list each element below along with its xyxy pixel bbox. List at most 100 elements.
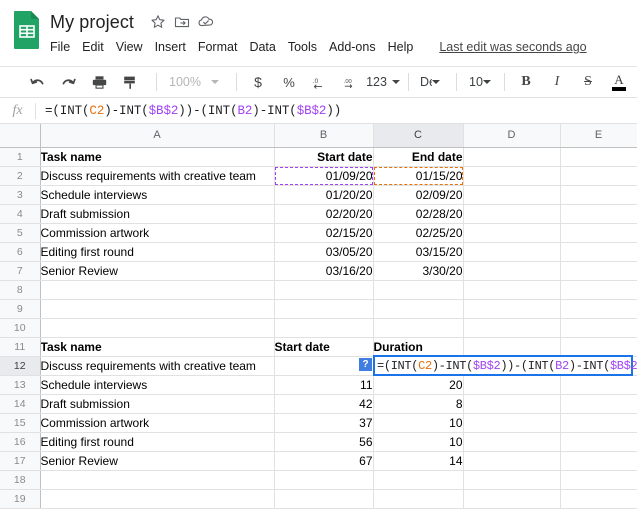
decrease-decimal-button[interactable]: .0: [307, 69, 333, 95]
cell-C15[interactable]: 10: [373, 413, 464, 433]
cell-C19[interactable]: [373, 489, 464, 509]
cell-B14[interactable]: 42: [274, 394, 374, 414]
print-icon[interactable]: [86, 69, 112, 95]
row-header-17[interactable]: 17: [0, 451, 41, 471]
cell-A9[interactable]: [40, 299, 275, 319]
zoom-selector[interactable]: 100%: [165, 69, 223, 95]
last-edit-status[interactable]: Last edit was seconds ago: [439, 40, 586, 54]
cloud-saved-icon[interactable]: [194, 11, 218, 33]
cell-D10[interactable]: [463, 318, 561, 338]
cell-B18[interactable]: [274, 470, 374, 490]
font-family-selector[interactable]: Default (Ari…: [417, 69, 443, 95]
italic-button[interactable]: I: [544, 69, 570, 95]
cell-E13[interactable]: [560, 375, 637, 395]
cell-D16[interactable]: [463, 432, 561, 452]
cell-C13[interactable]: 20: [373, 375, 464, 395]
cell-D14[interactable]: [463, 394, 561, 414]
cell-C17[interactable]: 14: [373, 451, 464, 471]
menu-file[interactable]: File: [50, 37, 77, 57]
cell-D8[interactable]: [463, 280, 561, 300]
menu-data[interactable]: Data: [249, 37, 282, 57]
menu-addons[interactable]: Add-ons: [329, 37, 383, 57]
cell-A3[interactable]: Schedule interviews: [40, 185, 275, 205]
undo-icon[interactable]: [24, 69, 50, 95]
cell-D18[interactable]: [463, 470, 561, 490]
row-header-14[interactable]: 14: [0, 394, 41, 414]
column-header-d[interactable]: D: [463, 124, 561, 148]
cell-A16[interactable]: Editing first round: [40, 432, 275, 452]
star-icon[interactable]: [146, 11, 170, 33]
row-header-7[interactable]: 7: [0, 261, 41, 281]
cell-D11[interactable]: [463, 337, 561, 357]
cell-D5[interactable]: [463, 223, 561, 243]
column-header-a[interactable]: A: [40, 124, 275, 148]
cell-E6[interactable]: [560, 242, 637, 262]
cell-C2[interactable]: 01/15/20: [373, 166, 464, 186]
row-header-5[interactable]: 5: [0, 223, 41, 243]
cell-B13[interactable]: 11: [274, 375, 374, 395]
cell-E1[interactable]: [560, 147, 637, 167]
font-size-selector[interactable]: 10: [465, 69, 491, 95]
cell-C6[interactable]: 03/15/20: [373, 242, 464, 262]
cell-A15[interactable]: Commission artwork: [40, 413, 275, 433]
cell-E19[interactable]: [560, 489, 637, 509]
cell-B11[interactable]: Start date: [274, 337, 374, 357]
cell-C10[interactable]: [373, 318, 464, 338]
redo-icon[interactable]: [55, 69, 81, 95]
document-title[interactable]: My project: [50, 11, 146, 33]
row-header-19[interactable]: 19: [0, 489, 41, 509]
cell-E17[interactable]: [560, 451, 637, 471]
formula-help-icon[interactable]: ?: [359, 358, 372, 371]
cell-A1[interactable]: Task name: [40, 147, 275, 167]
number-format-selector[interactable]: 123: [366, 69, 400, 95]
cell-D17[interactable]: [463, 451, 561, 471]
row-header-12[interactable]: 12: [0, 356, 41, 376]
cell-B16[interactable]: 56: [274, 432, 374, 452]
cell-E4[interactable]: [560, 204, 637, 224]
cell-D3[interactable]: [463, 185, 561, 205]
cell-B10[interactable]: [274, 318, 374, 338]
select-all-corner[interactable]: [0, 124, 41, 148]
row-header-13[interactable]: 13: [0, 375, 41, 395]
cell-B1[interactable]: Start date: [274, 147, 374, 167]
row-header-6[interactable]: 6: [0, 242, 41, 262]
cell-E9[interactable]: [560, 299, 637, 319]
cell-A14[interactable]: Draft submission: [40, 394, 275, 414]
cell-B19[interactable]: [274, 489, 374, 509]
text-color-button[interactable]: A: [606, 69, 632, 95]
cell-C16[interactable]: 10: [373, 432, 464, 452]
currency-format-button[interactable]: $: [245, 69, 271, 95]
cell-A19[interactable]: [40, 489, 275, 509]
row-header-4[interactable]: 4: [0, 204, 41, 224]
cell-C11[interactable]: Duration: [373, 337, 464, 357]
cell-A8[interactable]: [40, 280, 275, 300]
cell-E15[interactable]: [560, 413, 637, 433]
column-header-c[interactable]: C: [373, 124, 464, 148]
cell-E18[interactable]: [560, 470, 637, 490]
cell-A10[interactable]: [40, 318, 275, 338]
cell-D4[interactable]: [463, 204, 561, 224]
row-header-11[interactable]: 11: [0, 337, 41, 357]
cell-C4[interactable]: 02/28/20: [373, 204, 464, 224]
cell-E5[interactable]: [560, 223, 637, 243]
cell-B8[interactable]: [274, 280, 374, 300]
menu-tools[interactable]: Tools: [288, 37, 324, 57]
cell-E11[interactable]: [560, 337, 637, 357]
row-header-9[interactable]: 9: [0, 299, 41, 319]
row-header-3[interactable]: 3: [0, 185, 41, 205]
cell-D6[interactable]: [463, 242, 561, 262]
cell-C3[interactable]: 02/09/20: [373, 185, 464, 205]
move-to-folder-icon[interactable]: [170, 11, 194, 33]
paint-format-icon[interactable]: [117, 69, 143, 95]
cell-D9[interactable]: [463, 299, 561, 319]
cell-A18[interactable]: [40, 470, 275, 490]
cell-C18[interactable]: [373, 470, 464, 490]
cell-D1[interactable]: [463, 147, 561, 167]
cell-B9[interactable]: [274, 299, 374, 319]
menu-format[interactable]: Format: [198, 37, 245, 57]
cell-E10[interactable]: [560, 318, 637, 338]
cell-B7[interactable]: 03/16/20: [274, 261, 374, 281]
cell-A12[interactable]: Discuss requirements with creative team: [40, 356, 275, 376]
row-header-18[interactable]: 18: [0, 470, 41, 490]
cell-C1[interactable]: End date: [373, 147, 464, 167]
